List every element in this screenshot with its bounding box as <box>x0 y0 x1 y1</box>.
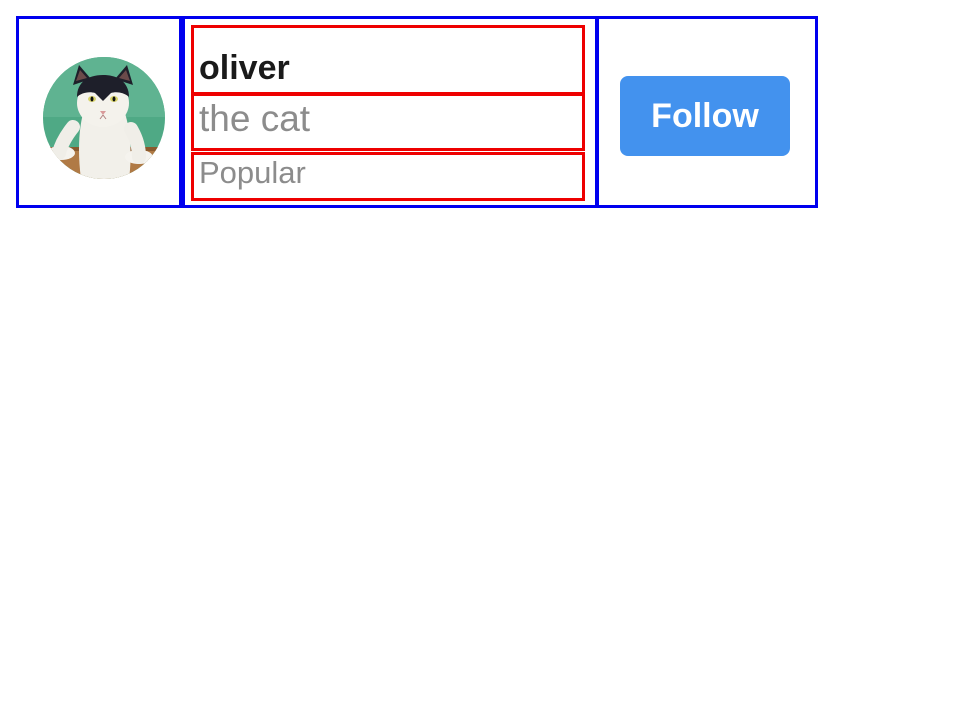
status-label: Popular <box>199 155 306 190</box>
avatar <box>43 57 165 179</box>
handle-row: the cat <box>191 93 585 151</box>
user-handle: the cat <box>199 98 311 139</box>
cat-avatar-icon <box>43 57 165 179</box>
follow-button[interactable]: Follow <box>620 76 790 156</box>
username: oliver <box>199 49 290 87</box>
status-row: Popular <box>191 152 585 201</box>
username-row: oliver <box>191 25 585 95</box>
